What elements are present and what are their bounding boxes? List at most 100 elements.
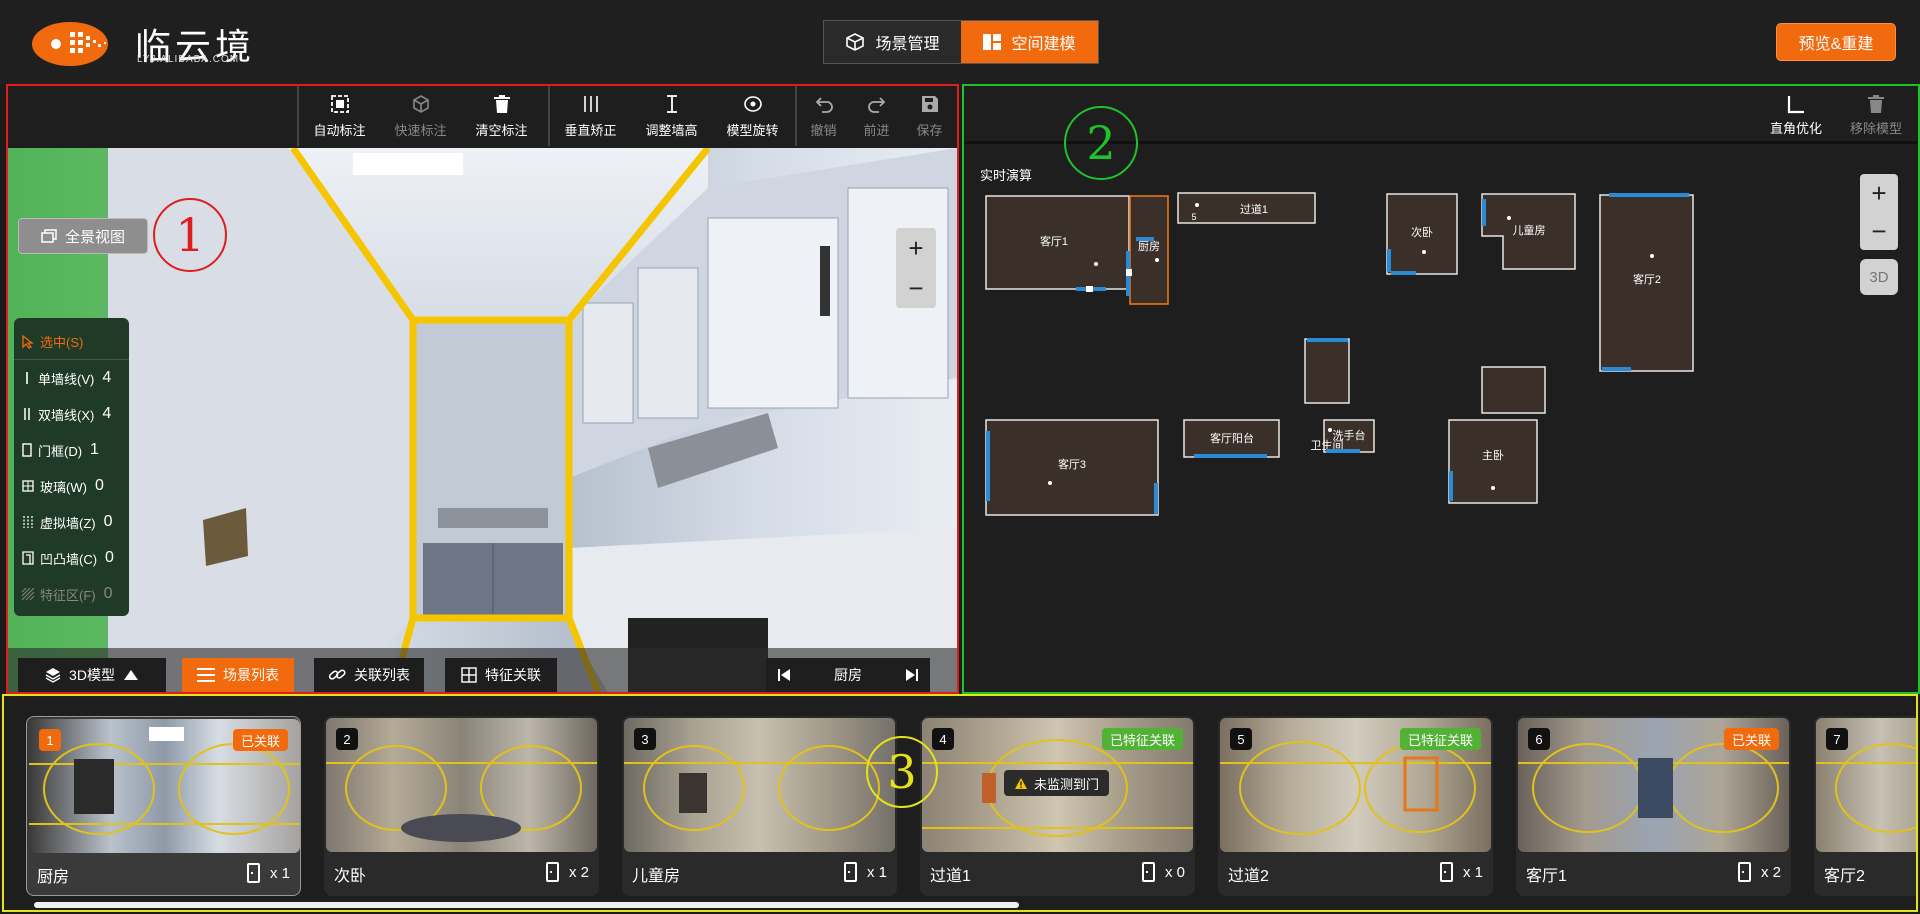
quick-mark-button[interactable]: 快速标注 <box>380 86 461 146</box>
zoom-in-button[interactable]: + <box>1871 178 1886 209</box>
scene-number: 2 <box>336 728 358 750</box>
legend-label: 选中(S) <box>40 335 84 350</box>
annotation-marker-1: 1 <box>153 198 227 272</box>
box-icon <box>412 94 429 113</box>
room-label: 客厅1 <box>1040 234 1068 248</box>
preview-rebuild-button[interactable]: 预览&重建 <box>1776 23 1896 61</box>
grid-icon <box>461 667 477 683</box>
legend-label: 特征区(F) <box>40 587 96 603</box>
model-rotate-label: 模型旋转 <box>726 122 779 138</box>
door-count: x 2 <box>1737 862 1781 882</box>
horizontal-scrollbar[interactable] <box>34 902 1019 908</box>
legend-count: 1 <box>90 441 99 458</box>
door-icon <box>1737 862 1751 882</box>
mark-type-legend: 选中(S) 单墙线(V) 4 双墙线(X) 4 门框(D) 1 玻璃(W) 0 <box>14 318 129 616</box>
scene-list-label: 场景列表 <box>223 667 279 683</box>
legend-virtual-wall[interactable]: 虚拟墙(Z) 0 <box>14 504 129 540</box>
room-label: 主卧 <box>1482 449 1504 462</box>
legend-door-frame[interactable]: 门框(D) 1 <box>14 432 129 468</box>
scene-list-button[interactable]: 场景列表 <box>182 658 294 692</box>
scene-card[interactable]: 6 已关联 客厅1 x 2 <box>1516 716 1791 896</box>
scene-thumbnail <box>624 718 895 852</box>
scene-card[interactable]: 5 已特征关联 过道2 x 1 <box>1218 716 1493 896</box>
tab-space-modeling[interactable]: 空间建模 <box>961 21 1098 63</box>
scene-number: 1 <box>39 729 61 751</box>
scene-name: 客厅1 <box>1526 868 1567 885</box>
door-count-value: x 0 <box>1164 863 1185 881</box>
legend-glass[interactable]: 玻璃(W) 0 <box>14 468 129 504</box>
vertical-correct-button[interactable]: 垂直矫正 <box>550 86 631 146</box>
save-label: 保存 <box>916 122 943 138</box>
floor-plan-panel: 直角优化 移除模型 实时演算 客厅1 厨房 过道1 次卧 儿童房 客厅2 客厅3… <box>962 84 1920 694</box>
scene-card[interactable]: 4 已特征关联 未监测到门 过道1 x 0 <box>920 716 1195 896</box>
zoom-in-button[interactable]: + <box>908 233 923 264</box>
legend-select[interactable]: 选中(S) <box>14 324 129 360</box>
hatch-icon <box>22 588 34 600</box>
cube-icon <box>846 33 865 51</box>
3d-model-toggle[interactable]: 3D模型 <box>18 658 166 692</box>
legend-feature-area[interactable]: 特征区(F) 0 <box>14 576 129 612</box>
tab-scene-management[interactable]: 场景管理 <box>824 21 961 63</box>
clear-mark-label: 清空标注 <box>475 122 528 138</box>
status-badge: 已关联 <box>232 729 288 751</box>
auto-mark-button[interactable]: 自动标注 <box>299 86 380 146</box>
pointer-icon <box>22 334 34 349</box>
model-rotate-button[interactable]: 模型旋转 <box>712 86 793 146</box>
scene-preview <box>326 745 597 842</box>
legend-count: 4 <box>102 369 112 386</box>
clear-mark-button[interactable]: 清空标注 <box>461 86 542 146</box>
relation-list-button[interactable]: 关联列表 <box>314 658 424 692</box>
undo-label: 撤销 <box>810 122 837 138</box>
save-button[interactable]: 保存 <box>903 86 956 146</box>
scene-card[interactable]: 2 次卧 x 2 <box>324 716 599 896</box>
legend-count: 4 <box>102 405 112 422</box>
redo-button[interactable]: 前进 <box>850 86 903 146</box>
scene-name: 次卧 <box>334 868 367 885</box>
windows-icon <box>41 229 57 243</box>
next-scene-button[interactable] <box>894 658 930 692</box>
door-icon <box>545 862 559 882</box>
previous-scene-button[interactable] <box>766 658 802 692</box>
list-icon <box>197 668 215 682</box>
zoom-control: + − <box>896 228 936 308</box>
logo: 临云境 LYJ.ALIBABA.COM <box>30 18 270 68</box>
warning-text: 未监测到门 <box>1034 776 1100 792</box>
feature-relation-button[interactable]: 特征关联 <box>445 658 557 692</box>
legend-label: 单墙线(V) <box>38 371 95 387</box>
wall-height-label: 调整墙高 <box>645 122 698 138</box>
legend-concave-wall[interactable]: 凹凸墙(C) 0 <box>14 540 129 576</box>
zoom-out-button[interactable]: − <box>1871 216 1886 247</box>
legend-double-wall[interactable]: 双墙线(X) 4 <box>14 396 129 432</box>
logo-mark-icon <box>32 22 108 66</box>
room-label: 厨房 <box>1138 240 1160 253</box>
door-icon <box>1439 862 1453 882</box>
wall-height-icon <box>666 94 677 113</box>
scene-number: 4 <box>932 728 954 750</box>
redo-label: 前进 <box>863 122 890 138</box>
virtual-wall-icon <box>23 516 33 528</box>
undo-button[interactable]: 撤销 <box>797 86 850 146</box>
legend-label: 虚拟墙(Z) <box>40 515 96 531</box>
scene-card[interactable]: 1 已关联 厨房 x 1 <box>26 716 301 896</box>
scene-name: 过道1 <box>930 868 971 885</box>
panorama-viewport[interactable]: 全景视图 1 + − 选中(S) 单墙线(V) 4 双墙线(X) 4 门框(D)… <box>8 148 957 692</box>
quick-mark-label: 快速标注 <box>394 122 447 138</box>
triangle-up-icon <box>123 670 138 680</box>
scene-name: 厨房 <box>37 869 70 886</box>
annotation-marker-3: 3 <box>866 736 938 808</box>
zoom-out-button[interactable]: − <box>908 273 923 304</box>
mode-tabs: 场景管理 空间建模 <box>823 20 1099 64</box>
scene-card[interactable]: 3 儿童房 x 1 <box>622 716 897 896</box>
window-icon <box>22 480 34 492</box>
3d-view-button[interactable]: 3D <box>1860 259 1898 295</box>
door-count: x 2 <box>545 862 589 882</box>
save-icon <box>921 95 938 112</box>
layout-icon <box>983 34 1002 50</box>
legend-single-wall[interactable]: 单墙线(V) 4 <box>14 360 129 396</box>
room-label: 洗手台 <box>1333 428 1366 442</box>
scene-card[interactable]: 7 客厅2 <box>1814 716 1916 896</box>
panorama-view-button[interactable]: 全景视图 <box>18 218 148 254</box>
room-label: 儿童房 <box>1513 223 1546 237</box>
wall-height-button[interactable]: 调整墙高 <box>631 86 712 146</box>
scene-number: 6 <box>1528 728 1550 750</box>
